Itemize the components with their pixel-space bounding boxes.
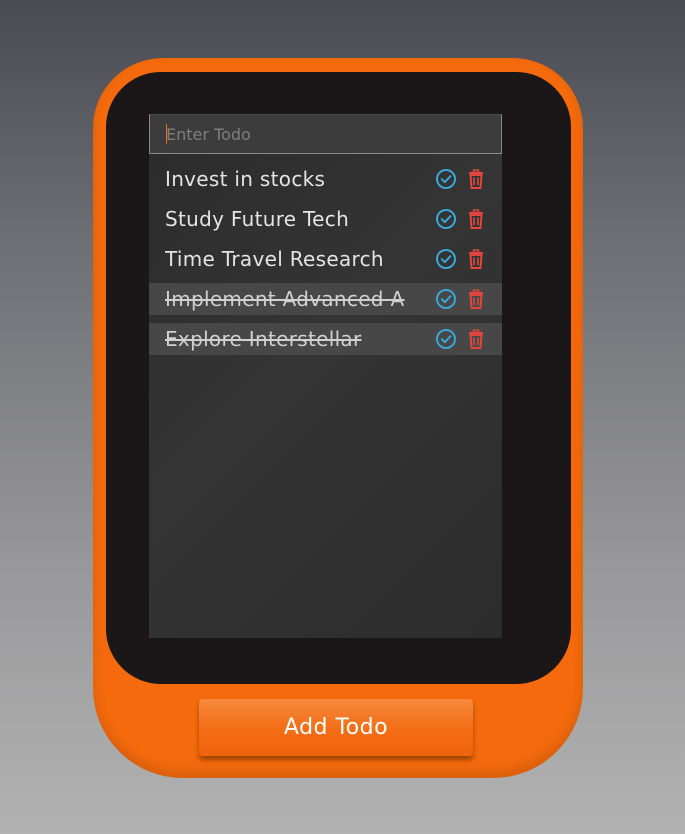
todo-text[interactable]: Implement Advanced A	[165, 287, 421, 311]
todo-item: Study Future Tech	[149, 203, 502, 235]
todo-device: Invest in stocks Study Future Tech Tim	[93, 58, 583, 778]
todo-text[interactable]: Invest in stocks	[165, 167, 421, 191]
todo-item-completed: Implement Advanced A	[149, 283, 502, 315]
todo-item: Invest in stocks	[149, 163, 502, 195]
todo-screen: Invest in stocks Study Future Tech Tim	[149, 114, 502, 638]
todo-text[interactable]: Explore Interstellar	[165, 327, 421, 351]
trash-icon[interactable]	[465, 328, 487, 350]
check-circle-icon[interactable]	[435, 248, 457, 270]
todo-text[interactable]: Study Future Tech	[165, 207, 421, 231]
check-circle-icon[interactable]	[435, 168, 457, 190]
check-circle-icon[interactable]	[435, 208, 457, 230]
todo-text[interactable]: Time Travel Research	[165, 247, 421, 271]
todo-list: Invest in stocks Study Future Tech Time …	[149, 163, 502, 363]
trash-icon[interactable]	[465, 168, 487, 190]
todo-item: Time Travel Research	[149, 243, 502, 275]
check-circle-icon[interactable]	[435, 328, 457, 350]
check-circle-icon[interactable]	[435, 288, 457, 310]
todo-item-completed: Explore Interstellar	[149, 323, 502, 355]
todo-input[interactable]	[149, 114, 502, 154]
trash-icon[interactable]	[465, 288, 487, 310]
add-todo-button[interactable]: Add Todo	[199, 699, 473, 756]
trash-icon[interactable]	[465, 248, 487, 270]
text-caret	[166, 124, 167, 144]
trash-icon[interactable]	[465, 208, 487, 230]
